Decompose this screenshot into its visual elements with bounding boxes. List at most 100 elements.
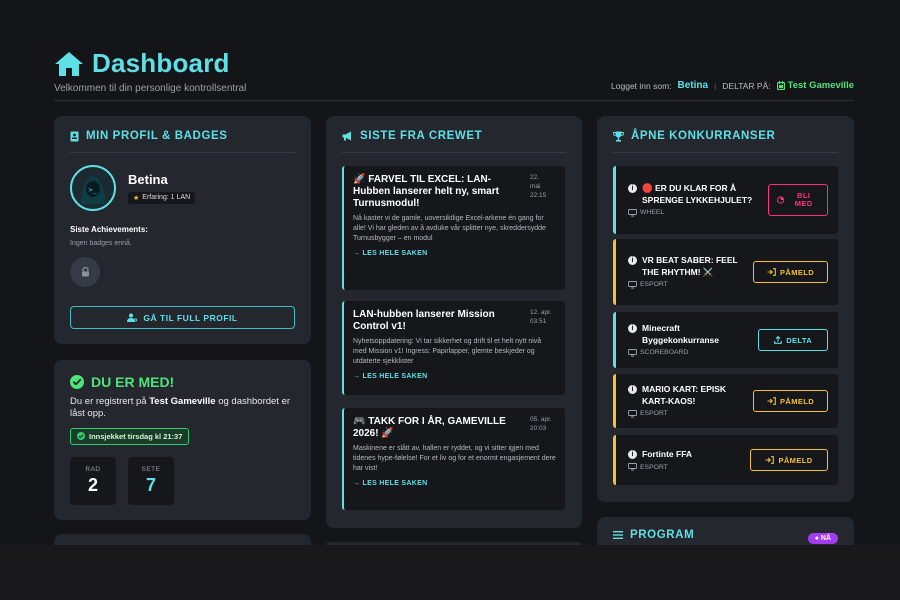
dashboard-page: Dashboard Velkommen til din personlige k… [0,0,900,545]
full-profile-button[interactable]: GÅ TIL FULL PROFIL [70,306,295,329]
live-now-label: NÅ [820,535,831,542]
hacker-avatar-icon: >_ [81,176,105,204]
avatar[interactable]: >_ [70,165,116,211]
join-button[interactable]: BLI MED [768,184,828,216]
register-button[interactable]: PÅMELD [750,449,828,471]
competition-title: 🛑 ER DU KLAR FOR Å SPRENGE LYKKEHJULET? [642,183,753,205]
sign-in-icon [765,456,775,464]
locked-badge [70,257,100,287]
news-item-title: 🎮 TAKK FOR I ÅR, GAMEVILLE 2026! 🚀 [353,416,506,439]
competition-category: ESPORT [628,280,753,289]
seat-number-label: SETE [141,466,161,474]
lock-icon [81,267,89,277]
divider [613,152,838,153]
news-item[interactable]: 🎮 TAKK FOR I ÅR, GAMEVILLE 2026! 🚀 05. a… [342,408,565,510]
checkin-badge: Innsjekket tirsdag kl 21:37 [70,427,190,445]
competition-category-label: ESPORT [640,463,668,471]
divider [342,152,566,153]
check-circle-icon [70,375,84,389]
info-icon[interactable]: i [628,449,637,459]
seat-number-value: 7 [145,475,156,496]
competition-category-label: ESPORT [640,281,668,289]
svg-text:>_: >_ [89,186,98,194]
user-cog-icon [127,313,138,322]
competitions-card-title: ÅPNE KONKURRANSER [631,130,776,142]
registration-status-header: DU ER MED! [70,374,295,390]
news-card: SISTE FRA CREWET 🚀 FARVEL TIL EXCEL: LAN… [326,116,582,528]
participate-button[interactable]: DELTA [758,329,828,351]
profile-card-header: MIN PROFIL & BADGES [70,130,295,142]
id-card-icon [70,131,79,141]
competition-category: ESPORT [628,409,753,418]
register-button-label: PÅMELD [778,455,813,465]
page-bottom-margin [0,545,900,600]
program-card-title: PROGRAM [630,529,695,541]
competition-item[interactable]: i Fortinte FFA ESPORT PÅMELD [613,435,838,485]
competition-item[interactable]: i 🛑 ER DU KLAR FOR Å SPRENGE LYKKEHJULET… [613,166,838,234]
news-item[interactable]: LAN-hubben lanserer Mission Control v1! … [342,301,565,395]
register-button[interactable]: PÅMELD [753,261,828,283]
home-icon [55,51,83,76]
status-text-prefix: Du er registrert på [70,396,147,407]
program-card-header: PROGRAM [613,529,838,541]
register-button[interactable]: PÅMELD [753,390,828,412]
status-text-event: Test Gameville [149,396,216,407]
profile-card-title: MIN PROFIL & BADGES [86,130,228,142]
xp-badge: ★ Erfaring: 1 LAN [128,191,196,204]
page-title: Dashboard [92,48,230,78]
profile-name: Betina [128,171,168,187]
news-item[interactable]: 🚀 FARVEL TIL EXCEL: LAN-Hubben lanserer … [342,166,565,290]
divider: | [714,80,717,91]
logged-in-label: Logget inn som: [611,80,672,91]
sign-in-icon [767,268,776,276]
registration-status-text: Du er registrert på Test Gameville og da… [70,396,295,420]
competitions-card: ÅPNE KONKURRANSER i 🛑 ER DU KLAR FOR Å S… [597,116,854,502]
info-icon[interactable]: i [628,385,637,395]
current-event[interactable]: Test Gameville [776,80,854,91]
star-icon: ★ [133,194,140,202]
list-icon [613,531,623,539]
competition-category-label: ESPORT [640,410,668,418]
page-header: Dashboard Velkommen til din personlige k… [54,48,854,104]
news-item-body: Maskinene er slått av, hallen er ryddet,… [353,445,556,473]
competition-title: MARIO KART: EPISK KART-KAOS! [642,384,727,406]
session-info: Logget inn som: Betina | DELTAR PÅ: Test… [611,80,854,91]
pie-icon [777,196,785,204]
competition-category: WHEEL [628,208,760,217]
monitor-icon [628,280,637,289]
read-more-link[interactable]: → LES HELE SAKEN [353,480,556,487]
megaphone-icon [342,131,351,141]
news-card-header: SISTE FRA CREWET [342,130,566,142]
sign-in-icon [767,397,776,405]
competition-item[interactable]: i VR BEAT SABER: FEEL THE RHYTHM! ⚔️ ESP… [613,239,838,305]
info-icon[interactable]: i [628,256,637,266]
info-icon[interactable]: i [628,324,637,334]
live-now-badge: ● NÅ [807,533,838,544]
profile-card: MIN PROFIL & BADGES >_ Betina ★ Erfaring… [54,116,311,344]
event-name: Test Gameville [787,80,854,91]
participating-label: DELTAR PÅ: [722,80,771,91]
competition-item[interactable]: i Minecraft Byggekonkurranse SCOREBOARD … [613,312,838,368]
news-item-title: 🚀 FARVEL TIL EXCEL: LAN-Hubben lanserer … [353,174,499,209]
participate-button-label: DELTA [786,335,813,345]
checkin-text: Innsjekket tirsdag kl 21:37 [89,431,183,441]
achievements-empty: Ingen badges ennå. [70,240,132,247]
news-card-title: SISTE FRA CREWET [360,130,483,142]
seat-row-label: RAD [85,466,101,474]
join-button-label: BLI MED [794,190,813,208]
next-card-stub [54,534,311,545]
full-profile-button-label: GÅ TIL FULL PROFIL [143,312,238,323]
current-user[interactable]: Betina [678,80,709,91]
competition-title: Fortinte FFA [642,448,693,459]
seat-info: RAD 2 SETE 7 [70,457,295,506]
read-more-link[interactable]: → LES HELE SAKEN [353,250,556,257]
news-item-title: LAN-hubben lanserer Mission Control v1! [353,309,495,332]
competition-item[interactable]: i MARIO KART: EPISK KART-KAOS! ESPORT PÅ… [613,374,838,428]
seat-row-box: RAD 2 [70,457,116,506]
read-more-link[interactable]: → LES HELE SAKEN [353,373,556,380]
xp-text: Erfaring: 1 LAN [142,194,191,201]
register-button-label: PÅMELD [780,267,815,277]
info-icon[interactable]: i [628,184,637,194]
seat-row-value: 2 [87,475,98,496]
competition-category-label: SCOREBOARD [640,349,689,357]
